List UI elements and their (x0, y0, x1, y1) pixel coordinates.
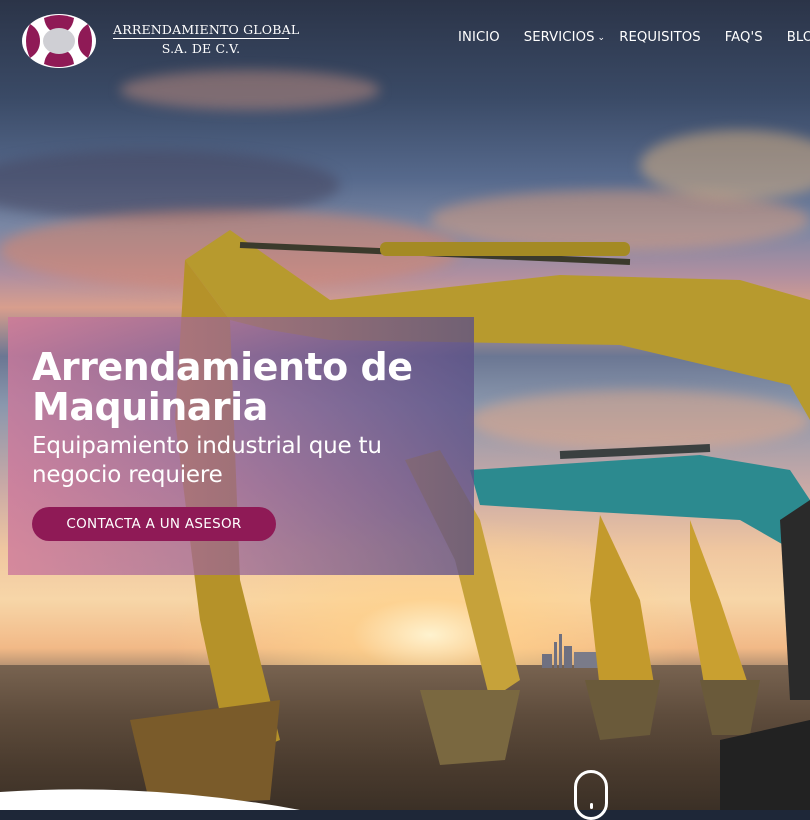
company-name: ARRENDAMIENTO GLOBAL S.A. DE C.V. (113, 22, 300, 56)
globe-logo-icon[interactable] (20, 12, 98, 70)
nav-item-blog[interactable]: BLO (787, 30, 810, 45)
contact-advisor-button[interactable]: CONTACTA A UN ASESOR (32, 507, 276, 541)
hero-subtitle: Equipamiento industrial que tu negocio r… (32, 433, 382, 488)
hero-title: Arrendamiento de Maquinaria (32, 345, 413, 429)
nav-item-faqs[interactable]: FAQ'S (725, 30, 763, 45)
site-header: ARRENDAMIENTO GLOBAL S.A. DE C.V. INICIO… (0, 0, 810, 82)
nav-item-label: INICIO (458, 30, 500, 45)
nav-item-label: BLO (786, 30, 810, 45)
nav-item-inicio[interactable]: INICIO (458, 30, 500, 45)
nav-item-label: REQUISITOS (619, 30, 701, 45)
scroll-dot (590, 803, 593, 809)
main-nav: INICIO SERVICIOS ⌄ REQUISITOS FAQ'S BLO (458, 30, 810, 45)
nav-item-label: SERVICIOS (523, 30, 595, 45)
hero-card: Arrendamiento de Maquinaria Equipamiento… (8, 317, 474, 575)
company-name-line1: ARRENDAMIENTO GLOBAL (113, 22, 300, 39)
nav-item-servicios[interactable]: SERVICIOS ⌄ (524, 30, 605, 45)
mouse-scroll-icon[interactable] (574, 770, 608, 820)
nav-item-requisitos[interactable]: REQUISITOS (619, 30, 700, 45)
nav-item-label: FAQ'S (724, 30, 763, 45)
chevron-down-icon: ⌄ (597, 32, 606, 43)
company-name-line2: S.A. DE C.V. (161, 41, 241, 56)
section-divider-curve (0, 789, 300, 810)
